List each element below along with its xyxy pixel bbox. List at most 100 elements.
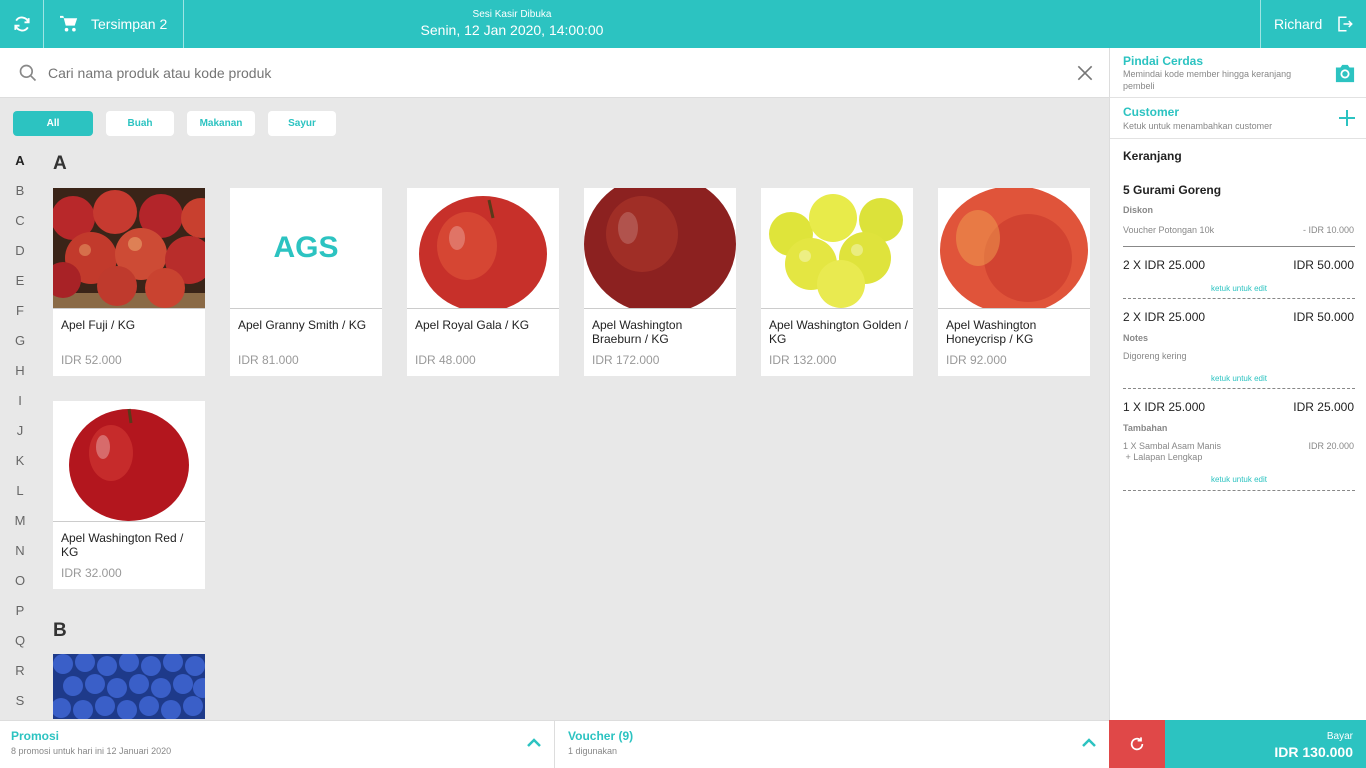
pay-button[interactable]: Bayar IDR 130.000	[1165, 720, 1366, 768]
discount-label: Diskon	[1123, 205, 1154, 215]
alpha-index-q[interactable]: Q	[0, 626, 40, 656]
clear-search-icon[interactable]	[1075, 63, 1095, 83]
line-total: IDR 25.000	[1293, 400, 1354, 414]
alpha-index-a[interactable]: A	[0, 146, 40, 176]
alphabet-index: A B C D E F G H I J K L M N O P Q R S	[0, 146, 40, 716]
cart-item-title: 5 Gurami Goreng	[1123, 183, 1222, 197]
extras-price: IDR 20.000	[1308, 441, 1354, 451]
session-info: Sesi Kasir Dibuka Senin, 12 Jan 2020, 14…	[392, 9, 632, 39]
product-name: Apel Washington Red / KG	[61, 531, 184, 559]
alpha-index-j[interactable]: J	[0, 416, 40, 446]
product-initials-placeholder: AGS	[230, 188, 382, 309]
alpha-index-r[interactable]: R	[0, 656, 40, 686]
golden-apples-image	[761, 188, 913, 309]
refresh-button[interactable]	[0, 0, 44, 48]
section-heading-a: A	[53, 153, 67, 174]
voucher-value: - IDR 10.000	[1302, 225, 1354, 235]
customer-row[interactable]: Customer Ketuk untuk menambahkan custome…	[1110, 98, 1366, 139]
cart-panel: Pindai Cerdas Memindai kode member hingg…	[1109, 48, 1366, 720]
alpha-index-i[interactable]: I	[0, 386, 40, 416]
product-name: Apel Granny Smith / KG	[238, 318, 367, 332]
product-name: Apel Washington Golden / KG	[769, 318, 908, 346]
edit-line-link[interactable]: ketuk untuk edit	[1123, 374, 1355, 383]
alpha-index-k[interactable]: K	[0, 446, 40, 476]
line-qty: 1 X IDR 25.000	[1123, 400, 1206, 414]
extras-line: + Lalapan Lengkap	[1123, 452, 1203, 462]
search-bar	[0, 48, 1109, 98]
edit-line-link[interactable]: ketuk untuk edit	[1123, 284, 1355, 293]
line-total: IDR 50.000	[1293, 258, 1354, 272]
category-chip-makanan[interactable]: Makanan	[187, 111, 255, 136]
user-menu[interactable]: Richard	[1260, 0, 1366, 48]
alpha-index-h[interactable]: H	[0, 356, 40, 386]
voucher-name: Voucher Potongan 10k	[1123, 225, 1215, 235]
apple-image	[938, 188, 1090, 309]
product-card[interactable]: Apel Washington Braeburn / KG IDR 172.00…	[584, 188, 736, 376]
product-card[interactable]: Apel Washington Red / KG IDR 32.000	[53, 401, 205, 589]
reset-cart-button[interactable]	[1109, 720, 1165, 768]
alpha-index-d[interactable]: D	[0, 236, 40, 266]
section-heading-b: B	[53, 620, 67, 641]
search-icon	[19, 64, 37, 82]
top-bar: Tersimpan 2 Sesi Kasir Dibuka Senin, 12 …	[0, 0, 1366, 48]
product-price: IDR 48.000	[415, 353, 476, 367]
product-card[interactable]: Apel Fuji / KG IDR 52.000	[53, 188, 205, 376]
line-total: IDR 50.000	[1293, 310, 1354, 324]
product-price: IDR 81.000	[238, 353, 299, 367]
extras-label: Tambahan	[1123, 423, 1168, 433]
user-name: Richard	[1274, 16, 1323, 32]
search-input[interactable]	[48, 60, 1048, 86]
smart-scan-row[interactable]: Pindai Cerdas Memindai kode member hingg…	[1110, 48, 1366, 98]
alpha-index-n[interactable]: N	[0, 536, 40, 566]
alpha-index-o[interactable]: O	[0, 566, 40, 596]
alpha-index-s[interactable]: S	[0, 686, 40, 716]
product-card[interactable]: AGS Apel Granny Smith / KG IDR 81.000	[230, 188, 382, 376]
plus-icon[interactable]	[1338, 109, 1356, 127]
pay-label: Bayar	[1326, 731, 1353, 742]
chevron-up-icon[interactable]	[1081, 736, 1097, 748]
logout-icon[interactable]	[1336, 15, 1354, 33]
promo-panel[interactable]: Promosi 8 promosi untuk hari ini 12 Janu…	[0, 720, 555, 768]
alpha-index-p[interactable]: P	[0, 596, 40, 626]
cart-title: Keranjang	[1123, 149, 1182, 163]
product-initials: AGS	[273, 231, 339, 264]
product-card[interactable]: Apel Royal Gala / KG IDR 48.000	[407, 188, 559, 376]
product-price: IDR 52.000	[61, 353, 122, 367]
alpha-index-f[interactable]: F	[0, 296, 40, 326]
alpha-index-e[interactable]: E	[0, 266, 40, 296]
apple-image	[584, 188, 736, 309]
alpha-index-l[interactable]: L	[0, 476, 40, 506]
product-name: Apel Royal Gala / KG	[415, 318, 530, 332]
reset-icon	[1130, 737, 1144, 751]
customer-subtitle: Ketuk untuk menambahkan customer	[1123, 121, 1273, 131]
alpha-index-m[interactable]: M	[0, 506, 40, 536]
apple-image	[53, 401, 205, 522]
category-chip-buah[interactable]: Buah	[106, 111, 174, 136]
alpha-index-b[interactable]: B	[0, 176, 40, 206]
promo-subtitle: 8 promosi untuk hari ini 12 Januari 2020	[11, 746, 172, 756]
product-card[interactable]: Apel Washington Honeycrisp / KG IDR 92.0…	[938, 188, 1090, 376]
divider	[1123, 298, 1355, 299]
product-name: Apel Washington Braeburn / KG	[592, 318, 683, 346]
product-price: IDR 132.000	[769, 353, 837, 367]
refresh-icon	[13, 16, 30, 32]
edit-line-link[interactable]: ketuk untuk edit	[1123, 475, 1355, 484]
saved-carts-label: Tersimpan 2	[91, 16, 168, 32]
product-price: IDR 92.000	[946, 353, 1007, 367]
apple-basket-image	[53, 188, 205, 309]
divider	[1123, 490, 1355, 491]
category-chip-sayur[interactable]: Sayur	[268, 111, 336, 136]
category-chip-all[interactable]: All	[13, 111, 93, 136]
chevron-up-icon[interactable]	[526, 736, 542, 748]
voucher-subtitle: 1 digunakan	[568, 746, 618, 756]
product-price: IDR 32.000	[61, 566, 122, 580]
camera-icon[interactable]	[1334, 63, 1356, 83]
voucher-panel[interactable]: Voucher (9) 1 digunakan	[555, 720, 1109, 768]
product-card[interactable]	[53, 654, 205, 719]
product-card[interactable]: Apel Washington Golden / KG IDR 132.000	[761, 188, 913, 376]
saved-carts-button[interactable]: Tersimpan 2	[45, 0, 184, 48]
promo-title: Promosi	[11, 729, 60, 743]
alpha-index-c[interactable]: C	[0, 206, 40, 236]
alpha-index-g[interactable]: G	[0, 326, 40, 356]
bottom-bar: Promosi 8 promosi untuk hari ini 12 Janu…	[0, 720, 1366, 768]
